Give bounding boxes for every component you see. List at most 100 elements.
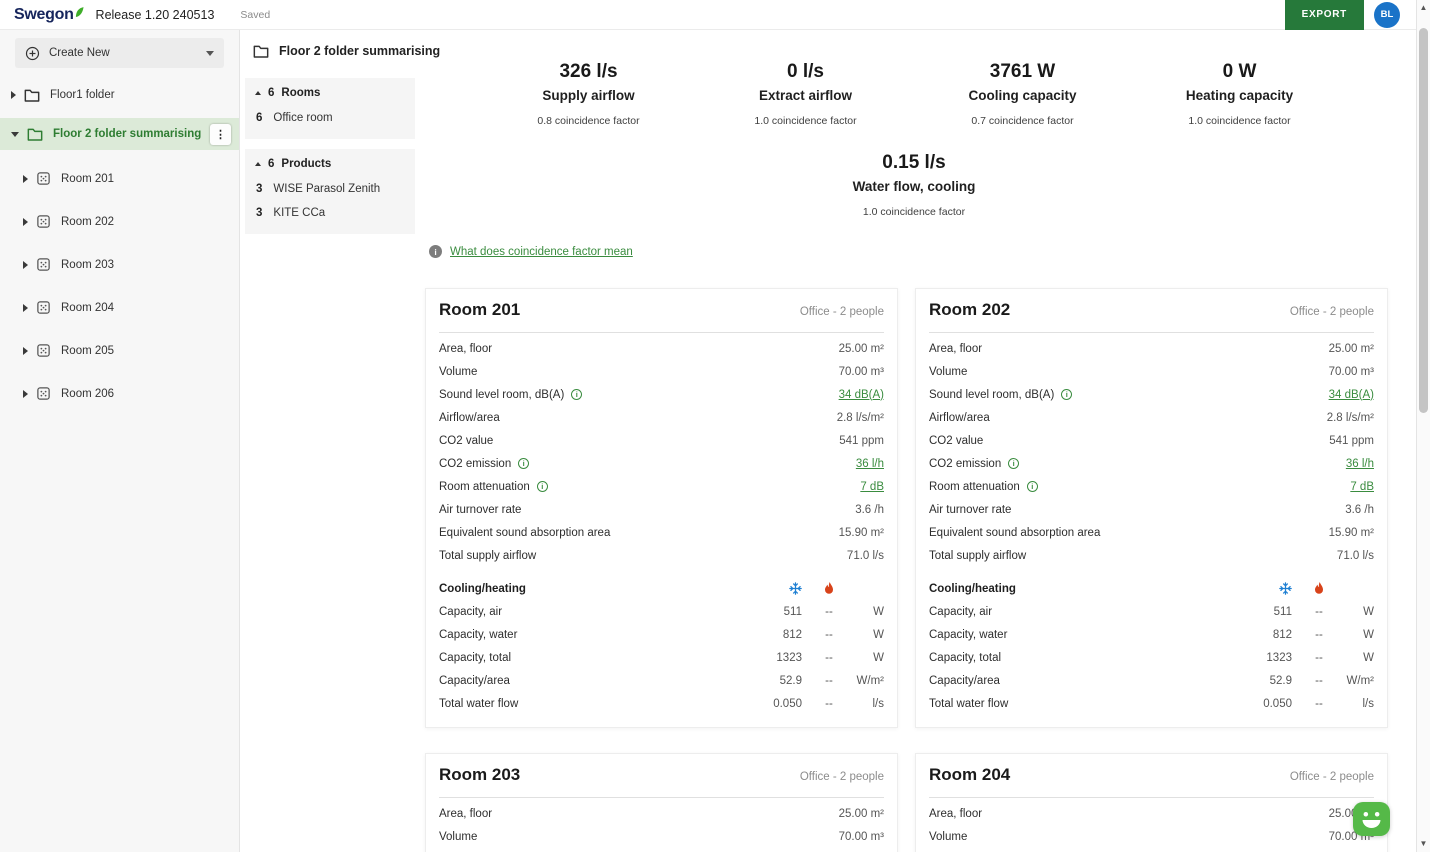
spec-row: Sound level room, dB(A)i34 dB(A): [929, 383, 1374, 406]
cooling-row: Capacity, water 812 -- W: [929, 623, 1374, 646]
chevron-right-icon[interactable]: [23, 389, 28, 398]
folder-label: Floor 2 folder summarising: [53, 128, 202, 140]
sidebar-room-item[interactable]: Room 204: [0, 286, 239, 329]
page-title: Floor 2 folder summarising: [279, 44, 441, 58]
stat-water-flow-cooling: 0.15 l/s Water flow, cooling 1.0 coincid…: [480, 151, 1348, 219]
spec-label: Air turnover rate: [929, 503, 1012, 516]
cooling-row: Capacity, air 511 -- W: [929, 600, 1374, 623]
export-button[interactable]: EXPORT: [1284, 0, 1364, 30]
create-new-button[interactable]: Create New: [15, 38, 224, 68]
coincidence-factor-link[interactable]: What does coincidence factor mean: [450, 246, 633, 258]
room-label: Room 206: [61, 387, 115, 400]
spec-row: Airflow/area 2.8 l/s/m²: [929, 406, 1374, 429]
heating-value: --: [825, 674, 833, 687]
chevron-right-icon[interactable]: [11, 91, 16, 99]
panel-item[interactable]: 3 WISE Parasol Zenith: [245, 176, 415, 200]
sidebar-room-item[interactable]: Room 205: [0, 329, 239, 372]
collapse-icon[interactable]: [255, 91, 261, 95]
panel-item[interactable]: 6 Office room: [245, 105, 415, 129]
room-label: Room 203: [61, 258, 115, 271]
release-version: Release 1.20 240513: [95, 7, 215, 22]
panel-header[interactable]: 6 Products: [245, 149, 415, 176]
spec-row: Area, floor 25.00 m²: [439, 802, 884, 825]
stat-label: Extract airflow: [758, 88, 853, 103]
scroll-down-arrow-icon[interactable]: ▼: [1417, 838, 1430, 850]
spec-value-link[interactable]: 7 dB: [860, 481, 884, 493]
panel-count: 6: [268, 158, 275, 170]
spec-value-link[interactable]: 34 dB(A): [839, 389, 884, 401]
chevron-right-icon[interactable]: [23, 217, 28, 226]
spec-row: Volume 70.00 m³: [439, 825, 884, 848]
room-card-subtitle: Office - 2 people: [1289, 306, 1374, 318]
sidebar-room-item[interactable]: Room 201: [0, 157, 239, 200]
spec-value: 25.00 m²: [1328, 342, 1374, 355]
spec-value: 70.00 m³: [1328, 365, 1374, 378]
spec-row: Area, floor 25.00 m²: [439, 337, 884, 360]
spec-value-link[interactable]: 34 dB(A): [1329, 389, 1374, 401]
chevron-right-icon[interactable]: [23, 346, 28, 355]
scroll-up-arrow-icon[interactable]: ▲: [1417, 2, 1430, 14]
spec-value-link[interactable]: 36 l/h: [1346, 458, 1374, 470]
spec-row: Sound level room, dB(A)i34 dB(A): [439, 383, 884, 406]
swegon-logo[interactable]: Swegon: [14, 6, 84, 24]
spec-row: Sound level room, dB(A)i34 dB(A): [439, 848, 884, 852]
spec-value-link[interactable]: 36 l/h: [856, 458, 884, 470]
room-label: Room 205: [61, 344, 115, 357]
folder-icon: [253, 45, 269, 58]
spec-value: 15.90 m²: [1328, 526, 1374, 539]
divider: [439, 332, 884, 333]
user-avatar[interactable]: BL: [1374, 1, 1400, 28]
collapse-icon[interactable]: [255, 162, 261, 166]
panel-item[interactable]: 3 KITE CCa: [245, 200, 415, 224]
spec-value: 71.0 l/s: [846, 549, 884, 562]
cooling-row: Total water flow 0.050 -- l/s: [439, 692, 884, 715]
info-icon[interactable]: i: [1008, 458, 1020, 469]
chat-widget-button[interactable]: [1353, 802, 1390, 836]
sidebar-room-item[interactable]: Room 203: [0, 243, 239, 286]
panel-header[interactable]: 6 Rooms: [245, 78, 415, 105]
vertical-scrollbar[interactable]: ▲ ▼: [1416, 0, 1430, 852]
spec-label: CO2 emission: [929, 457, 1002, 470]
info-icon[interactable]: i: [518, 458, 530, 469]
item-count: 3: [256, 207, 263, 219]
cooling-row: Capacity, total 1323 -- W: [929, 646, 1374, 669]
room-icon: [36, 214, 51, 229]
room-label: Room 204: [61, 301, 115, 314]
spec-value: 541 ppm: [1329, 434, 1374, 447]
scrollbar-thumb[interactable]: [1419, 28, 1428, 413]
spec-value: 3.6 /h: [1345, 503, 1374, 516]
chevron-down-icon[interactable]: [11, 131, 19, 137]
info-icon[interactable]: i: [1061, 389, 1073, 400]
sidebar-room-item[interactable]: Room 202: [0, 200, 239, 243]
chevron-right-icon[interactable]: [23, 174, 28, 183]
unit-label: l/s: [1362, 697, 1375, 710]
chevron-right-icon[interactable]: [23, 260, 28, 269]
room-icon: [36, 257, 51, 272]
cooling-label: Total water flow: [439, 697, 519, 710]
info-icon[interactable]: i: [571, 389, 583, 400]
summary-panels: 6 Rooms 6 Office room 6 Products 3 WISE Parasol…: [245, 78, 415, 234]
cooling-heating-label: Cooling/heating: [929, 582, 1016, 595]
spec-row: Air turnover rate 3.6 /h: [439, 498, 884, 521]
spec-label: Area, floor: [929, 342, 983, 355]
spec-row: CO2 value 541 ppm: [929, 429, 1374, 452]
unit-label: W: [873, 651, 884, 664]
spec-value-link[interactable]: 7 dB: [1350, 481, 1374, 493]
room-card-header: Room 203 Office - 2 people: [439, 764, 884, 786]
stat-label: Water flow, cooling: [852, 179, 976, 194]
room-card: Room 203 Office - 2 people Area, floor 25.0…: [425, 753, 898, 852]
stat-cooling-capacity: 3761 W Cooling capacity 0.7 coincidence fa…: [914, 60, 1131, 128]
spec-row: Sound level room, dB(A)i34 dB(A): [929, 848, 1374, 852]
stat-label: Heating capacity: [1185, 88, 1294, 103]
stat-value: 0 l/s: [787, 61, 824, 82]
info-icon[interactable]: i: [1026, 481, 1038, 492]
sidebar-folder-item[interactable]: Floor 2 folder summarising ⋮: [0, 118, 239, 150]
sidebar-folder-item[interactable]: Floor1 folder: [0, 79, 239, 111]
sidebar-room-item[interactable]: Room 206: [0, 372, 239, 415]
kebab-menu-icon[interactable]: ⋮: [210, 123, 231, 145]
heating-value: --: [1315, 628, 1323, 641]
chevron-right-icon[interactable]: [23, 303, 28, 312]
info-icon[interactable]: i: [536, 481, 548, 492]
spec-label: CO2 emission: [439, 457, 512, 470]
main-content: Floor 2 folder summarising 6 Rooms 6 Office…: [240, 30, 1416, 852]
